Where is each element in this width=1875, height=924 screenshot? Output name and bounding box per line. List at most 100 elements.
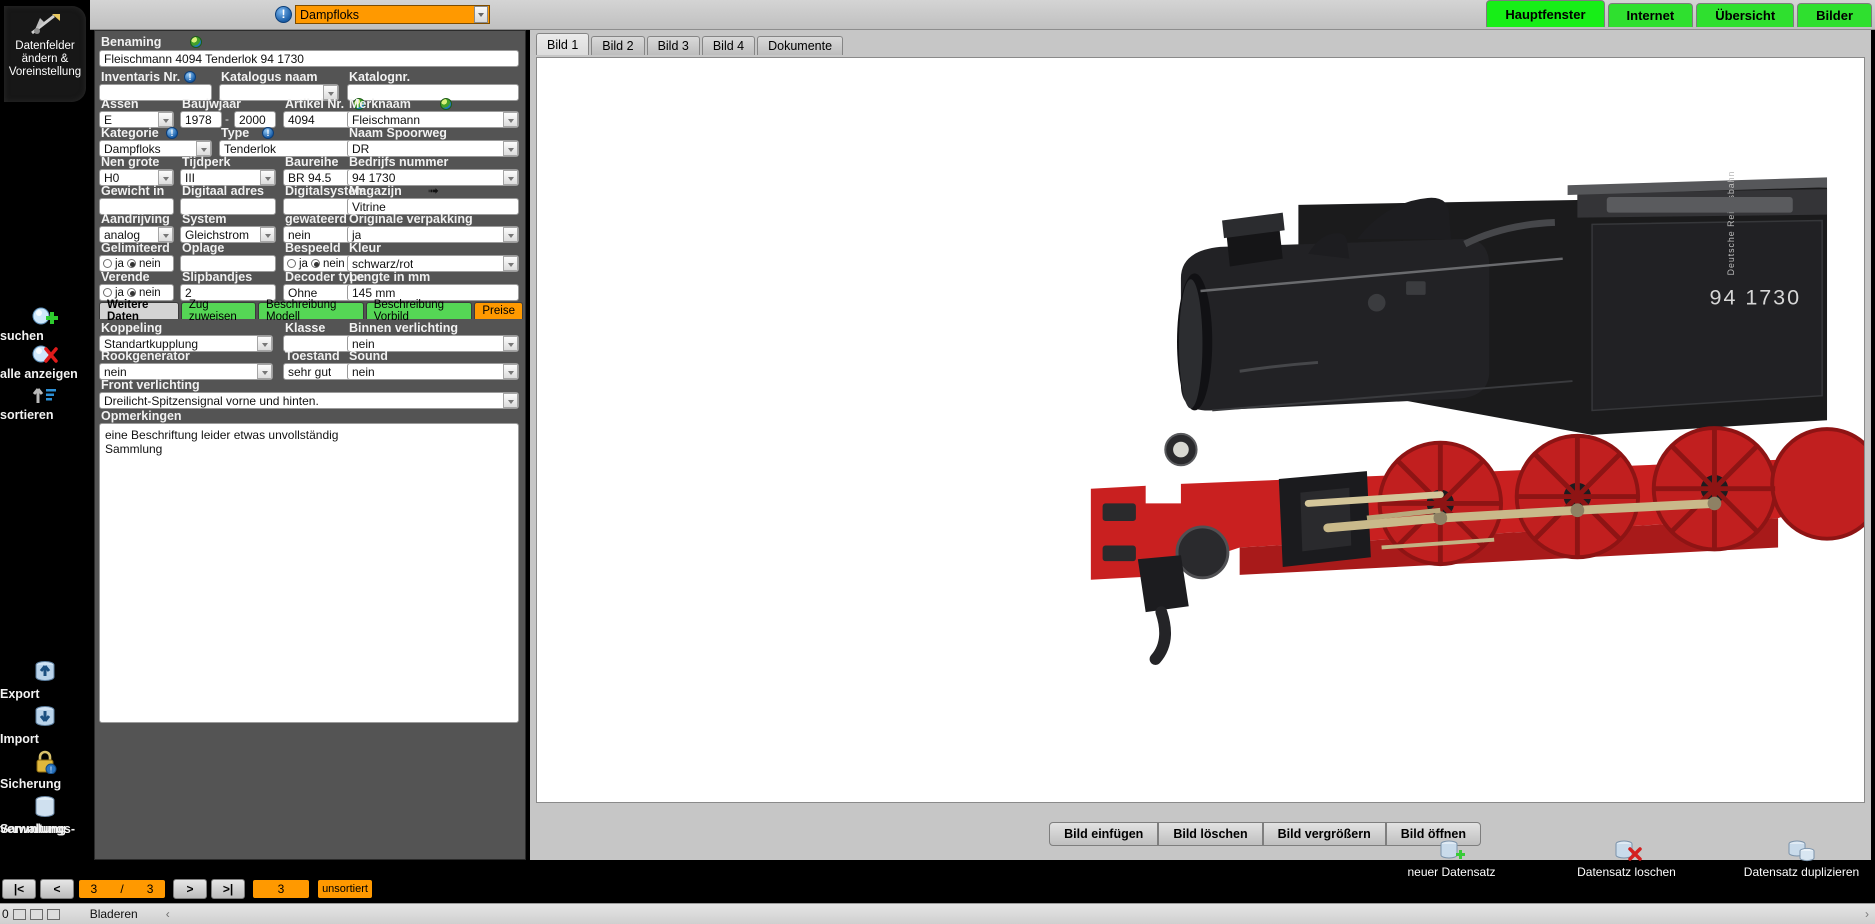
sidebar-item-sammlungsverwaltung[interactable]: Sammlungs- verwaltung xyxy=(0,795,90,836)
chevron-down-icon[interactable] xyxy=(503,227,518,242)
zoom-in-icon[interactable] xyxy=(29,908,43,920)
sidebar-label-import: Import xyxy=(0,732,39,746)
neuer-datensatz-label: neuer Datensatz xyxy=(1407,865,1496,879)
datensatz-duplizieren-button[interactable]: Datensatz duplizieren xyxy=(1734,840,1869,879)
bespeeld-radio-group[interactable]: ja nein xyxy=(284,258,345,270)
chevron-down-icon[interactable] xyxy=(503,336,518,351)
sidebar-item-sicherung[interactable]: ! Sicherung xyxy=(0,750,90,791)
subtab-beschreibung-vorbild[interactable]: Beschreibung Vorbild xyxy=(365,299,473,323)
bild-einfuegen-button[interactable]: Bild einfügen xyxy=(1049,822,1159,846)
verende-radio-group[interactable]: ja nein xyxy=(100,287,161,299)
field-front-verlichting[interactable]: Dreilicht-Spitzensignal vorne und hinten… xyxy=(99,392,519,409)
tab-bild-1[interactable]: Bild 1 xyxy=(536,33,590,55)
tab-hauptfenster[interactable]: Hauptfenster xyxy=(1486,0,1605,27)
label-baujwjaar: Baujwjaar xyxy=(182,97,242,111)
field-sound[interactable]: nein xyxy=(347,363,519,380)
sidebar-item-datenfelder[interactable]: Datenfelder ändern & Voreinstellung xyxy=(4,6,86,102)
arrow-icon[interactable]: ➟ xyxy=(428,184,439,197)
window-split-icon[interactable] xyxy=(46,908,60,920)
subtab-preise[interactable]: Preise xyxy=(474,302,523,319)
info-icon[interactable]: ! xyxy=(184,71,196,83)
info-icon[interactable]: ! xyxy=(166,127,178,139)
chevron-down-icon[interactable] xyxy=(260,170,275,185)
globe-icon[interactable] xyxy=(190,36,202,48)
tab-bild-3[interactable]: Bild 3 xyxy=(646,36,700,55)
category-selector[interactable]: ! Dampfloks xyxy=(275,4,490,25)
bespeeld-radio-nein[interactable] xyxy=(310,259,320,268)
nav-next-button[interactable]: > xyxy=(173,879,207,899)
main-tabs: Hauptfenster Internet Übersicht Bilder xyxy=(1486,0,1875,30)
database-down-icon xyxy=(35,706,55,726)
category-combobox[interactable]: Dampfloks xyxy=(295,5,490,24)
chevron-down-icon[interactable] xyxy=(260,227,275,242)
nav-first-button[interactable]: |< xyxy=(2,879,36,899)
sidebar-item-sortieren[interactable]: sortieren xyxy=(0,385,90,422)
sidebar-item-import[interactable]: Import xyxy=(0,705,90,746)
gelimiteerd-radio-nein[interactable] xyxy=(126,259,136,268)
chevron-down-icon[interactable] xyxy=(257,364,272,379)
zoom-out-icon[interactable] xyxy=(12,908,26,920)
tab-bild-2[interactable]: Bild 2 xyxy=(591,36,645,55)
field-baujwjaar-from[interactable]: 1978 xyxy=(180,111,222,128)
verende-radio-ja[interactable] xyxy=(103,288,112,297)
subtab-zug-zuweisen[interactable]: Zug zuweisen xyxy=(180,299,257,323)
chevron-down-icon[interactable] xyxy=(503,170,518,185)
tab-bilder[interactable]: Bilder xyxy=(1797,3,1872,27)
status-chevron-icon[interactable]: ‹ xyxy=(138,907,170,921)
chevron-down-icon[interactable] xyxy=(158,227,173,242)
chevron-down-icon[interactable] xyxy=(503,112,518,127)
record-counter-sep: / xyxy=(120,882,124,896)
chevron-down-icon[interactable] xyxy=(503,364,518,379)
subtab-beschreibung-modell[interactable]: Beschreibung Modell xyxy=(258,299,364,323)
tab-bild-4[interactable]: Bild 4 xyxy=(701,36,756,55)
gelimiteerd-label-nein: nein xyxy=(138,257,161,270)
opmerkingen-line-1: eine Beschriftung leider etwas unvollstä… xyxy=(105,428,339,442)
neuer-datensatz-button[interactable]: neuer Datensatz xyxy=(1384,840,1519,879)
gelimiteerd-radio-ja[interactable] xyxy=(103,259,112,268)
tab-uebersicht[interactable]: Übersicht xyxy=(1696,3,1795,27)
sidebar-item-alle-anzeigen[interactable]: alle anzeigen xyxy=(0,344,90,381)
globe-icon[interactable] xyxy=(440,98,452,110)
bespeeld-radio-ja[interactable] xyxy=(287,259,296,268)
image-stage[interactable]: 94 1730 Deutsche Reichsbahn xyxy=(536,57,1875,803)
bild-einfuegen-label: Bild einfügen xyxy=(1064,827,1144,841)
status-zoom-value: 0 xyxy=(2,907,9,921)
gelimiteerd-radio-group[interactable]: ja nein xyxy=(100,258,161,270)
label-system: System xyxy=(182,212,227,226)
value-assen: E xyxy=(104,112,113,127)
image-tabs: Bild 1 Bild 2 Bild 3 Bild 4 Dokumente xyxy=(536,33,845,58)
record-count-badge[interactable]: 3 xyxy=(252,879,310,899)
nav-last-button[interactable]: >| xyxy=(211,879,245,899)
value-type: Tenderlok xyxy=(224,141,277,156)
label-gelimiteerd: Gelimiteerd xyxy=(101,241,170,255)
label-oplage: Oplage xyxy=(182,241,225,255)
chevron-down-icon[interactable] xyxy=(257,336,272,351)
nav-prev-label: < xyxy=(53,882,61,896)
verende-radio-nein[interactable] xyxy=(126,288,136,297)
chevron-down-icon[interactable] xyxy=(158,170,173,185)
sort-status-badge[interactable]: unsortiert xyxy=(317,879,373,899)
datensatz-loschen-button[interactable]: Datensatz loschen xyxy=(1559,840,1694,879)
chevron-down-icon[interactable] xyxy=(503,256,518,271)
chevron-down-icon[interactable] xyxy=(503,393,518,408)
chevron-down-icon[interactable] xyxy=(503,141,518,156)
nav-prev-button[interactable]: < xyxy=(40,879,74,899)
status-scroll-right-icon[interactable]: › xyxy=(1865,907,1869,921)
bild-vergroessern-button[interactable]: Bild vergrößern xyxy=(1262,822,1386,846)
chevron-down-icon[interactable] xyxy=(474,6,488,23)
field-opmerkingen[interactable]: eine Beschriftung leider etwas unvollstä… xyxy=(99,423,519,723)
record-counter[interactable]: 3 / 3 xyxy=(78,879,166,899)
tab-internet[interactable]: Internet xyxy=(1607,3,1694,27)
sidebar-item-export[interactable]: Export xyxy=(0,660,90,701)
chevron-down-icon[interactable] xyxy=(158,112,173,127)
subtab-weitere-daten[interactable]: Weitere Daten xyxy=(99,299,179,323)
field-benaming[interactable]: Fleischmann 4094 Tenderlok 94 1730 xyxy=(99,50,519,67)
bild-loeschen-button[interactable]: Bild löschen xyxy=(1158,822,1263,846)
tab-bild-2-label: Bild 2 xyxy=(602,39,634,53)
tab-dokumente[interactable]: Dokumente xyxy=(757,36,844,55)
info-icon[interactable]: ! xyxy=(262,127,274,139)
label-lengte-in-mm: Lengte in mm xyxy=(349,270,431,284)
value-lengte-in-mm: 145 mm xyxy=(352,285,396,300)
sidebar-item-suchen[interactable]: suchen xyxy=(0,306,90,343)
chevron-down-icon[interactable] xyxy=(196,141,211,156)
